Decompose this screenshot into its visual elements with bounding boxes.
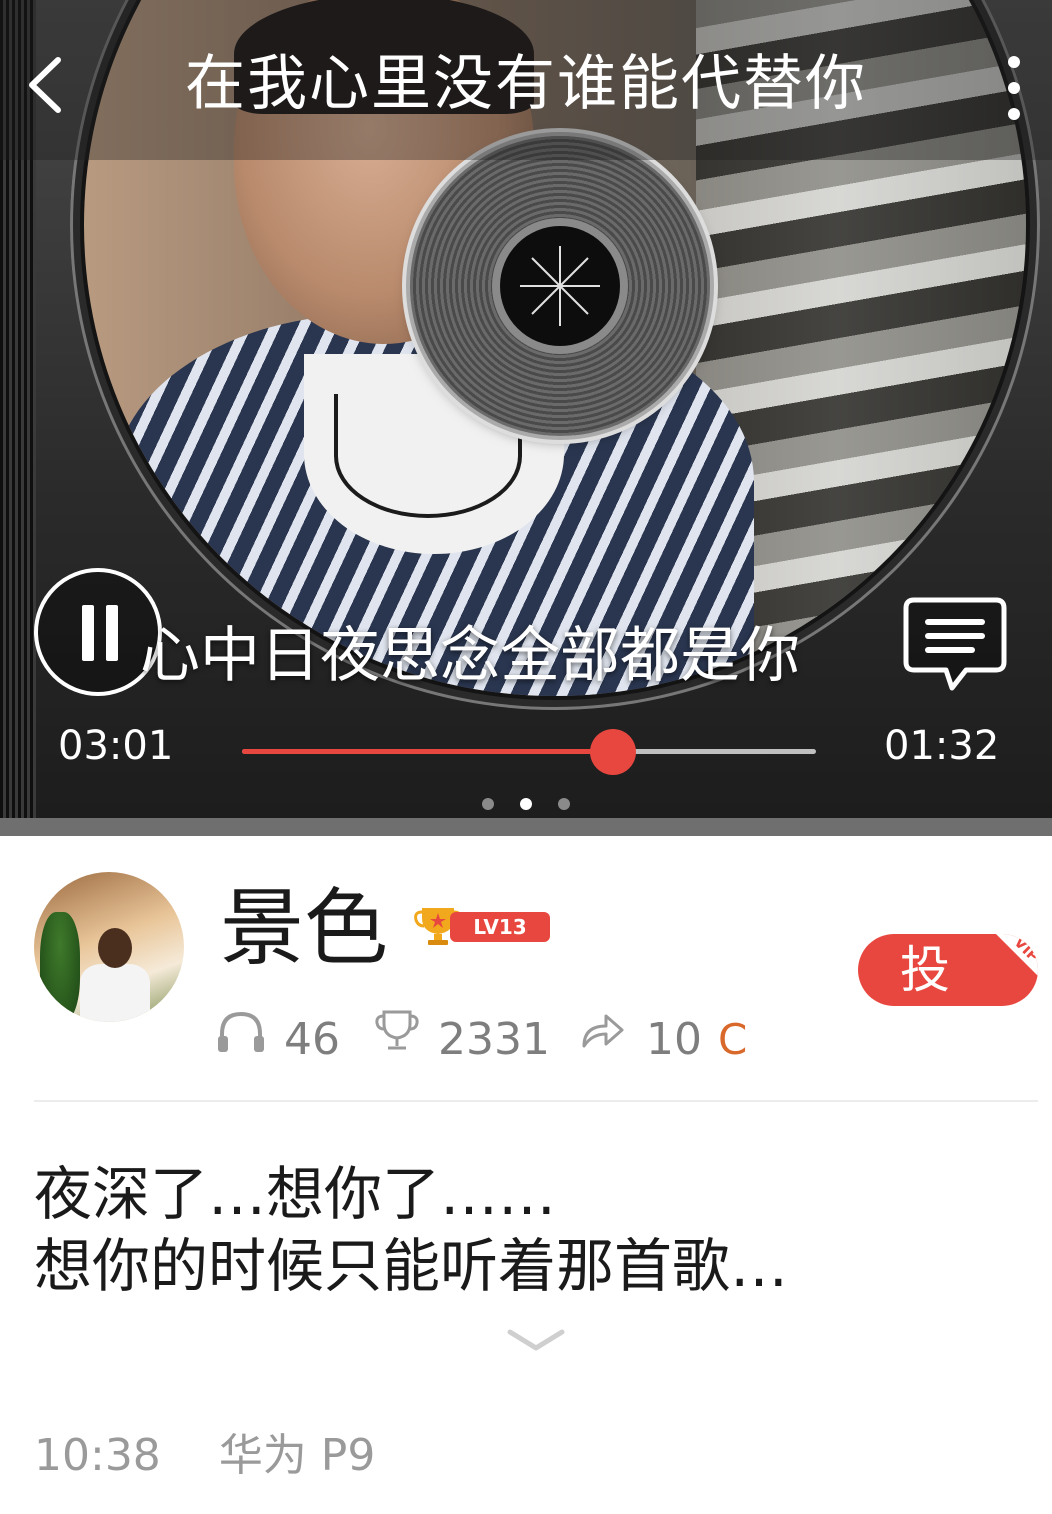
description-line-1: 夜深了…想你了…… [34,1160,557,1228]
player-area: 在我心里没有谁能代替你 心中日夜思念全部都是你 03:01 01:32 [0,0,1052,836]
page-dot[interactable] [558,798,570,810]
divider [34,1100,1038,1102]
headphones-icon [218,1011,264,1052]
listen-count: 46 [284,1014,340,1065]
lyrics-comment-button[interactable] [900,592,1010,696]
vote-button[interactable]: 投 VIP [858,934,1038,1006]
level-text: LV13 [473,915,526,939]
title-bar: 在我心里没有谁能代替你 [0,0,1052,160]
spindle-icon [500,226,620,346]
description-line-2: 想你的时候只能听着那首歌… [34,1232,789,1300]
vote-button-label: 投 [900,941,950,999]
vip-corner-badge: VIP [996,934,1038,976]
more-vertical-icon[interactable] [992,48,1036,128]
pause-icon [82,605,94,661]
page-dot[interactable] [482,798,494,810]
post-meta: 10:38 华为 P9 [34,1428,419,1484]
back-icon[interactable] [18,50,78,120]
record-label-disc [410,136,710,436]
share-icon [582,1014,624,1048]
level-badge: LV13 [414,904,554,948]
share-count: 10 [646,1014,702,1065]
remaining-time: 01:32 [884,723,1000,769]
current-lyric: 心中日夜思念全部都是你 [140,621,800,691]
page-dot[interactable] [520,798,532,810]
post-time: 10:38 [34,1430,161,1481]
coin-icon: C [718,1015,748,1064]
post-device: 华为 P9 [218,1430,376,1481]
trophy-count: 2331 [438,1014,550,1065]
player-bottom-strip [0,818,1052,836]
username[interactable]: 景色 [220,878,388,978]
post-description: 夜深了…想你了…… 想你的时候只能听着那首歌… [34,1158,1014,1302]
song-title: 在我心里没有谁能代替你 [185,49,867,119]
user-stats: 46 2331 10 C [214,1006,814,1066]
seek-progress-fill [242,749,613,754]
trophy-outline-icon [375,1010,419,1050]
chevron-down-icon[interactable] [506,1326,566,1354]
seek-thumb[interactable] [589,729,636,775]
pause-icon-bar [106,605,118,661]
seek-bar[interactable] [242,729,816,775]
elapsed-time: 03:01 [58,723,174,769]
user-avatar[interactable] [34,872,184,1022]
page-indicator [470,796,582,812]
comment-bubble-icon [903,597,1007,691]
